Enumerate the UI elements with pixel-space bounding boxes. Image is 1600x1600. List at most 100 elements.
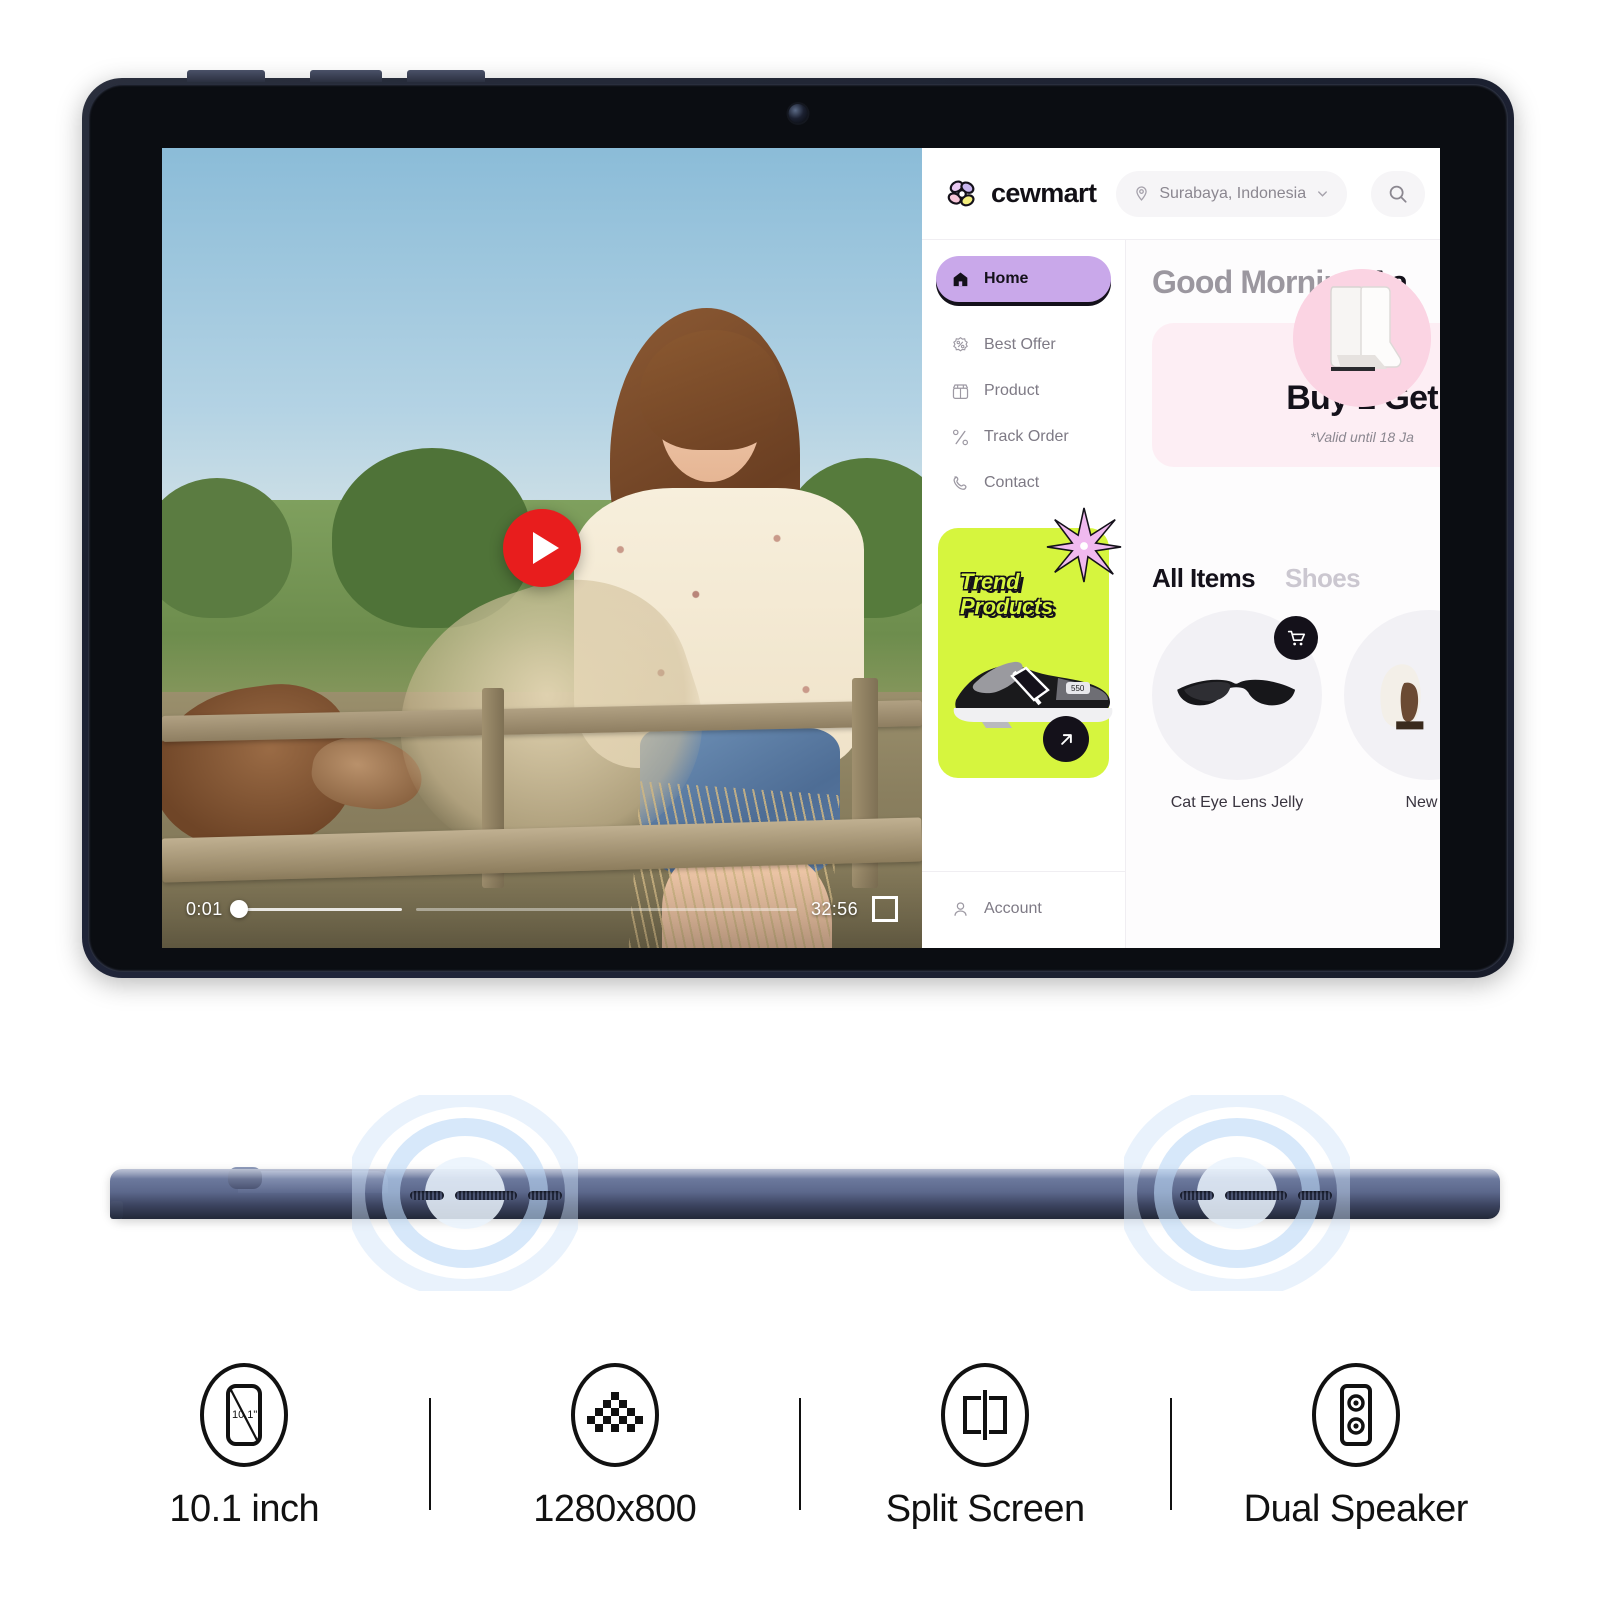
- promo-banner[interactable]: + Buy 1 Get *Valid until 18 Ja More:: [1152, 269, 1440, 535]
- tab-all-items[interactable]: All Items: [1152, 563, 1256, 594]
- sneaker-image: [1344, 610, 1440, 780]
- sneaker-image: 550: [948, 638, 1128, 730]
- app-topbar: cewmart Surabaya, Indonesia: [922, 148, 1440, 240]
- brand-name: cewmart: [991, 178, 1097, 208]
- video-progress-bar[interactable]: [229, 900, 402, 918]
- app-body: Home Best Offer Product Track Order Cont…: [922, 240, 1440, 948]
- split-screen-icon: [939, 1360, 1031, 1470]
- shoe-thumb[interactable]: [1374, 480, 1417, 522]
- search-input[interactable]: [1371, 170, 1426, 217]
- sidebar-item-best-offer[interactable]: Best Offer: [936, 322, 1111, 368]
- product-card[interactable]: New B: [1344, 610, 1440, 812]
- video-controls[interactable]: 0:01 32:56: [162, 870, 922, 948]
- dual-speaker-icon: [1310, 1360, 1402, 1470]
- power-button[interactable]: [187, 70, 265, 82]
- promo-more-separator: .: [1357, 490, 1363, 511]
- arrow-up-right-icon[interactable]: [1043, 716, 1089, 762]
- play-icon[interactable]: [503, 509, 581, 587]
- sidebar-item-contact[interactable]: Contact: [936, 460, 1111, 506]
- promo-pink-card: + Buy 1 Get *Valid until 18 Ja: [1152, 269, 1440, 467]
- product-tabs: All Items Shoes: [1152, 563, 1440, 594]
- feature-label: Split Screen: [885, 1487, 1085, 1530]
- model-hair-front: [640, 330, 780, 450]
- svg-text:10.1": 10.1": [232, 1409, 257, 1421]
- product-name: Cat Eye Lens Jelly: [1170, 794, 1304, 811]
- sidebar-footer: Account: [922, 871, 1125, 948]
- screen-size-icon: 10.1": [198, 1360, 290, 1470]
- tablet-front-view: 0:01 32:56 cewmart Surabaya, Indonesia H…: [82, 70, 1514, 978]
- sidebar-item-label: Product: [984, 382, 1040, 399]
- fullscreen-icon[interactable]: [872, 896, 898, 922]
- flower-logo-icon: [944, 176, 980, 212]
- sidebar-item-label: Account: [984, 900, 1042, 917]
- trend-products-card[interactable]: Trend Products 550: [938, 507, 1122, 778]
- sim-tray: [110, 1201, 123, 1219]
- tablet-bezel: 0:01 32:56 cewmart Surabaya, Indonesia H…: [88, 84, 1508, 972]
- user-icon: [950, 899, 970, 919]
- sidebar-item-label: Contact: [984, 474, 1040, 491]
- home-icon: [950, 269, 970, 289]
- camera-lens-side: [228, 1167, 262, 1189]
- product-name: New B: [1405, 794, 1440, 811]
- brand[interactable]: cewmart: [944, 176, 1097, 212]
- tab-shoes[interactable]: Shoes: [1285, 563, 1361, 594]
- sidebar-item-home[interactable]: Home: [936, 256, 1111, 302]
- volume-up-button[interactable]: [310, 70, 382, 82]
- sidebar-item-track-order[interactable]: Track Order: [936, 414, 1111, 460]
- slipper-thumb[interactable]: [1226, 480, 1269, 522]
- location-pin-icon: [1136, 186, 1148, 201]
- video-current-time: 0:01: [186, 898, 223, 919]
- trend-title-line1: Trend: [960, 569, 1020, 594]
- play-triangle: [532, 532, 559, 564]
- feature-label: Dual Speaker: [1243, 1487, 1469, 1530]
- product-list: Cat Eye Lens Jelly New: [1152, 610, 1440, 812]
- speaker-grill-right: [1180, 1191, 1332, 1200]
- trend-card-title: Trend Products: [960, 569, 1053, 619]
- cat-eye-sunglasses-image: [1152, 610, 1322, 780]
- route-icon: [950, 427, 970, 447]
- feature-split-screen: Split Screen: [801, 1360, 1170, 1531]
- speaker-grill-left: [410, 1191, 562, 1200]
- cart-icon[interactable]: [1274, 616, 1318, 660]
- sparkle-star-icon: [1045, 506, 1123, 584]
- sidebar-item-label: Home: [984, 270, 1029, 287]
- white-boots-image: [1293, 269, 1431, 407]
- feature-list: 10.1" 10.1 inch 1280x800 Split Screen Du…: [60, 1330, 1540, 1560]
- video-player-pane[interactable]: 0:01 32:56: [162, 148, 922, 948]
- discount-badge-icon: [950, 335, 970, 355]
- video-progress-knob[interactable]: [229, 900, 248, 918]
- video-progress-remaining[interactable]: [415, 907, 797, 911]
- sneaker-thumb[interactable]: [1303, 480, 1346, 522]
- sidebar-item-account[interactable]: Account: [936, 886, 1111, 932]
- front-camera-icon: [788, 104, 808, 123]
- promo-more-row: More: + .: [1174, 480, 1417, 522]
- promo-plus-symbol: +: [1280, 490, 1292, 511]
- feature-screen-size: 10.1" 10.1 inch: [60, 1360, 429, 1531]
- promo-more-label: More:: [1174, 492, 1215, 509]
- svg-text:550: 550: [1071, 684, 1085, 693]
- sidebar-item-product[interactable]: Product: [936, 368, 1111, 414]
- feature-resolution: 1280x800: [431, 1360, 800, 1531]
- main-content: Good Morning Aa: [1126, 240, 1440, 948]
- resolution-pixels-icon: [569, 1360, 661, 1470]
- location-value: Surabaya, Indonesia: [1159, 184, 1307, 202]
- promo-validity: *Valid until 18 Ja: [1310, 429, 1414, 445]
- sidebar: Home Best Offer Product Track Order Cont…: [922, 240, 1126, 948]
- feature-label: 1280x800: [533, 1487, 697, 1530]
- trend-title-line2: Products: [960, 593, 1053, 619]
- video-total-time: 32:56: [810, 898, 858, 919]
- volume-down-button[interactable]: [407, 70, 485, 82]
- search-icon: [1389, 185, 1407, 203]
- feature-dual-speaker: Dual Speaker: [1172, 1360, 1541, 1531]
- sidebar-item-label: Best Offer: [984, 336, 1056, 353]
- tablet-screen: 0:01 32:56 cewmart Surabaya, Indonesia H…: [162, 148, 1440, 948]
- phone-icon: [950, 473, 970, 493]
- product-card[interactable]: Cat Eye Lens Jelly: [1152, 610, 1322, 812]
- location-selector[interactable]: Surabaya, Indonesia: [1116, 170, 1348, 217]
- chevron-down-icon: [1318, 191, 1328, 197]
- sidebar-item-label: Track Order: [984, 428, 1069, 445]
- shopping-app-pane: cewmart Surabaya, Indonesia Home Best Of…: [922, 148, 1440, 948]
- feature-label: 10.1 inch: [169, 1487, 320, 1530]
- tablet-side-view: [90, 1095, 1510, 1291]
- store-icon: [950, 381, 970, 401]
